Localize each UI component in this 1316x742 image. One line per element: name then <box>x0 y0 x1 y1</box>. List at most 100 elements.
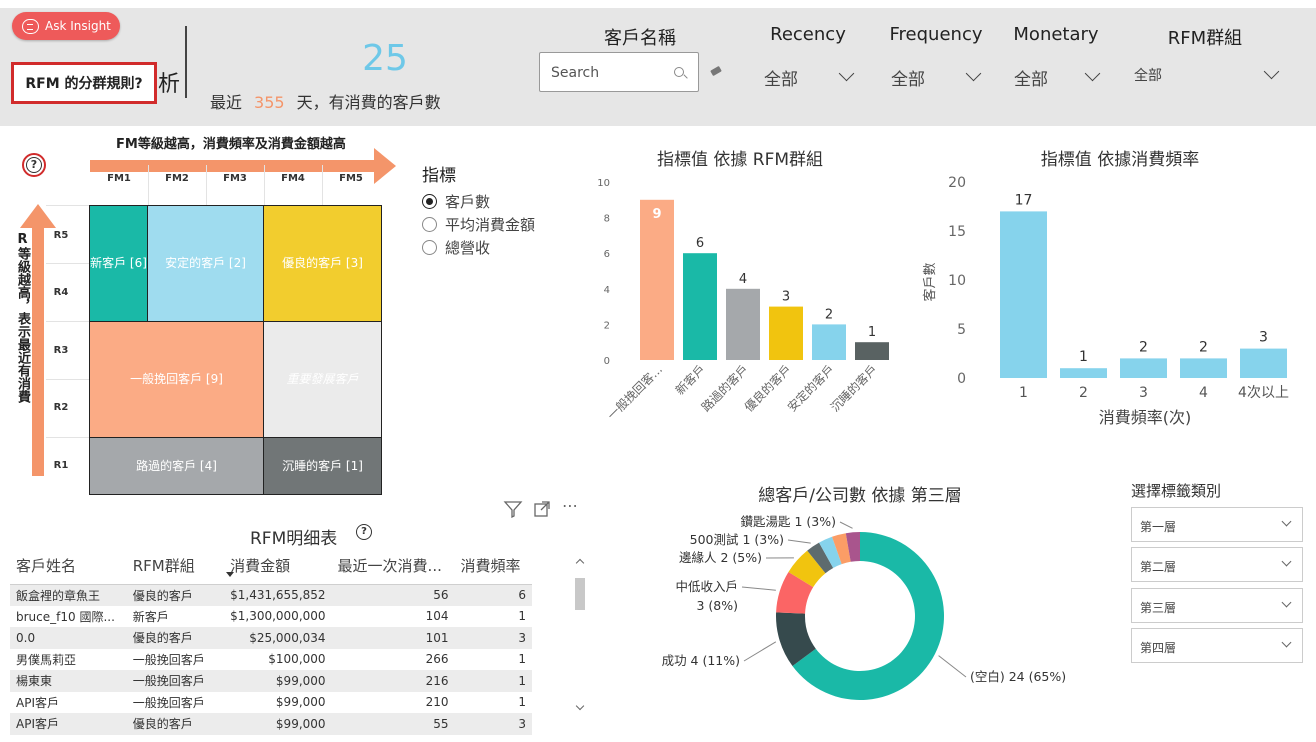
monetary-slicer-title: Monetary <box>1013 24 1099 45</box>
rfm-grid-border <box>89 205 382 495</box>
table-cell: $1,300,000,000 <box>230 609 326 624</box>
chevron-down-icon <box>1263 63 1280 80</box>
frequency-dropdown[interactable]: 全部 <box>887 60 987 94</box>
tag-dropdown-layer3[interactable]: 第三層 <box>1131 588 1303 623</box>
help-icon[interactable]: ? <box>356 524 372 540</box>
metric-option-count[interactable]: 客戶數 <box>422 191 490 212</box>
table-cell: 1 <box>518 695 526 710</box>
y-tick-label: 0 <box>957 371 966 387</box>
leader-line <box>938 655 967 678</box>
metric-option-label: 總營收 <box>445 239 491 257</box>
table-cell: 男僕馬莉亞 <box>16 652 77 667</box>
chevron-down-icon <box>965 65 982 82</box>
customer-name-slicer-title: 客戶名稱 <box>604 28 676 49</box>
x-tick-label: 4 <box>1199 385 1208 401</box>
customer-count-card: 25 <box>362 38 408 79</box>
tag-dropdown-layer1[interactable]: 第一層 <box>1131 507 1303 542</box>
frequency-slicer-title: Frequency <box>889 24 983 45</box>
search-placeholder: Search <box>551 65 600 81</box>
table-row[interactable]: 0.0 優良的客戶 $25,000,034 101 3 <box>10 627 532 649</box>
table-cell: 56 <box>331 584 455 606</box>
chat-bubble-icon <box>22 18 39 34</box>
metric-option-avg[interactable]: 平均消費金額 <box>422 214 535 235</box>
data-label: 3 <box>782 290 790 305</box>
scrollbar-thumb[interactable] <box>575 578 585 610</box>
y-axis-label: 客戶數 <box>922 262 938 301</box>
y-tick-label: 4 <box>604 285 610 296</box>
recent-prefix: 最近 <box>210 93 243 112</box>
table-cell: $25,000,034 <box>224 627 332 649</box>
recency-value: 全部 <box>764 69 798 90</box>
recency-dropdown[interactable]: 全部 <box>760 60 860 94</box>
customer-search-input[interactable]: Search <box>539 52 699 92</box>
grid-row-header: R5 <box>53 230 69 241</box>
chevron-down-icon <box>1281 516 1292 527</box>
x-tick-label: 新客戶 <box>672 362 708 398</box>
group-slicer-title: RFM群組 <box>1167 28 1243 49</box>
rfm-rule-button[interactable]: RFM 的分群規則? <box>11 62 157 104</box>
y-tick-label: 5 <box>957 322 966 338</box>
leader-line <box>741 586 776 591</box>
r-arrow-head <box>20 204 56 228</box>
column-header[interactable]: 消費金額 <box>224 548 332 585</box>
rfm-dashboard: Ask Insight 析 RFM 的分群規則? 25 最近 355 天，有消費… <box>0 0 1316 742</box>
donut-title: 總客戶/公司數 依據 第三層 <box>758 486 962 506</box>
column-header[interactable]: RFM群組 <box>126 548 225 585</box>
x-tick-label: 1 <box>1019 385 1028 401</box>
tag-dropdown-layer4[interactable]: 第四層 <box>1131 628 1303 663</box>
bar <box>683 253 717 360</box>
table-row[interactable]: 楊東東 一般挽回客戶 $99,000 216 1 <box>10 670 532 692</box>
scroll-down-icon[interactable] <box>575 701 585 711</box>
bar <box>1240 348 1287 378</box>
grid-col-header: FM2 <box>165 173 189 184</box>
table-cell: 優良的客戶 <box>126 584 225 606</box>
x-tick-label: 一般挽回客... <box>604 362 665 423</box>
column-header[interactable]: 客戶姓名 <box>10 548 127 585</box>
monetary-dropdown[interactable]: 全部 <box>1010 60 1106 94</box>
column-header[interactable]: 最近一次消費... <box>331 548 455 585</box>
recent-suffix: 天，有消費的客戶數 <box>296 93 441 112</box>
r-arrow <box>32 226 44 476</box>
table-cell: 104 <box>425 609 449 624</box>
table-row[interactable]: API客戶 一般挽回客戶 $99,000 210 1 <box>10 692 532 714</box>
bar <box>1120 358 1167 378</box>
table-row[interactable]: 男僕馬莉亞 一般挽回客戶 $100,000 266 1 <box>10 649 532 671</box>
chevron-down-icon <box>1281 597 1292 608</box>
metric-option-revenue[interactable]: 總營收 <box>422 237 490 258</box>
data-label: 3 <box>1259 330 1268 346</box>
table-cell: 飯盒裡的章魚王 <box>10 584 127 606</box>
bar <box>812 324 846 360</box>
data-label: 2 <box>825 307 833 322</box>
table-row[interactable]: bruce_f10 國際... 新客戶 $1,300,000,000 104 1 <box>10 606 532 628</box>
group-dropdown[interactable]: 全部 <box>1130 58 1285 92</box>
table-cell: 1 <box>454 670 532 692</box>
focus-mode-icon[interactable] <box>533 500 551 518</box>
table-cell: 一般挽回客戶 <box>132 695 205 710</box>
table-cell: $100,000 <box>268 652 326 667</box>
table-cell: 新客戶 <box>132 609 169 624</box>
table-row[interactable]: API客戶 優良的客戶 $99,000 55 3 <box>10 713 532 735</box>
table-cell: 216 <box>331 670 455 692</box>
x-axis-label: 消費頻率(次) <box>1099 408 1192 427</box>
ask-insight-button[interactable]: Ask Insight <box>12 12 120 40</box>
radio-icon <box>422 240 437 255</box>
filter-icon[interactable] <box>503 500 523 518</box>
leader-line <box>743 641 777 662</box>
r-caption: R等級越高，表示最近有消費 <box>15 232 30 403</box>
table-cell: 3 <box>454 627 532 649</box>
table-row[interactable]: 飯盒裡的章魚王 優良的客戶 $1,431,655,852 56 6 <box>10 584 532 606</box>
data-label: 1 <box>868 325 876 340</box>
donut-label: 500測試 1 (3%) <box>690 532 784 547</box>
column-header[interactable]: 消費頻率 <box>454 548 532 585</box>
tag-dropdown-layer2[interactable]: 第二層 <box>1131 547 1303 582</box>
scroll-up-icon[interactable] <box>575 558 585 568</box>
table-cell: 一般挽回客戶 <box>132 652 205 667</box>
table-cell: $1,431,655,852 <box>224 584 332 606</box>
header-divider <box>185 26 187 98</box>
table-cell: 一般挽回客戶 <box>126 670 225 692</box>
data-label: 17 <box>1015 192 1033 208</box>
grid-col-header: FM3 <box>223 173 247 184</box>
rfm-detail-table: 客戶姓名 RFM群組 消費金額 最近一次消費... 消費頻率 飯盒裡的章魚王 優良… <box>10 548 532 735</box>
help-icon[interactable]: ? <box>22 153 46 177</box>
more-options-icon[interactable]: ⋯ <box>562 496 579 515</box>
